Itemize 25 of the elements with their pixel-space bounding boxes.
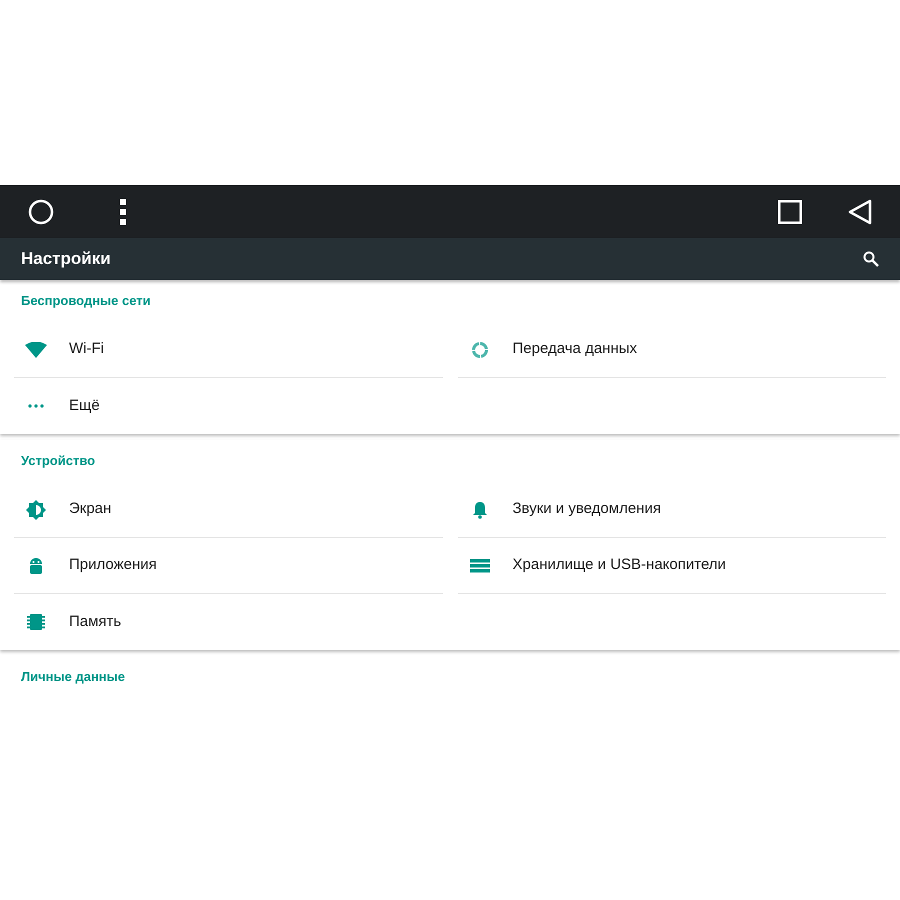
section-header: Устройство <box>21 452 96 470</box>
section-header: Беспроводные сети <box>21 292 151 310</box>
overflow-menu-icon[interactable] <box>120 198 126 224</box>
more-icon <box>28 404 44 408</box>
brightness-icon <box>26 500 46 520</box>
home-icon[interactable] <box>28 198 54 224</box>
search-icon[interactable] <box>863 251 879 267</box>
ring-icon <box>470 340 488 358</box>
storage-icon <box>470 558 490 572</box>
app-title: Настройки <box>21 248 111 270</box>
settings-item[interactable]: Приложения <box>14 538 442 594</box>
back-icon[interactable] <box>848 198 872 224</box>
settings-item[interactable]: Экран <box>14 482 442 538</box>
wifi-icon <box>25 342 47 358</box>
settings-item[interactable]: Передача данных <box>458 322 886 378</box>
memory-chip-icon <box>27 613 45 631</box>
bell-icon <box>472 500 488 518</box>
settings-item[interactable]: Ещё <box>14 378 442 434</box>
recents-icon[interactable] <box>778 200 802 224</box>
settings-item[interactable]: Wi-Fi <box>14 322 442 378</box>
settings-item[interactable]: Память <box>14 594 442 650</box>
settings-item[interactable]: Звуки и уведомления <box>458 482 886 538</box>
settings-item[interactable]: Хранилище и USB-накопители <box>458 538 886 594</box>
section-header: Личные данные <box>21 668 125 686</box>
android-icon <box>29 556 43 576</box>
